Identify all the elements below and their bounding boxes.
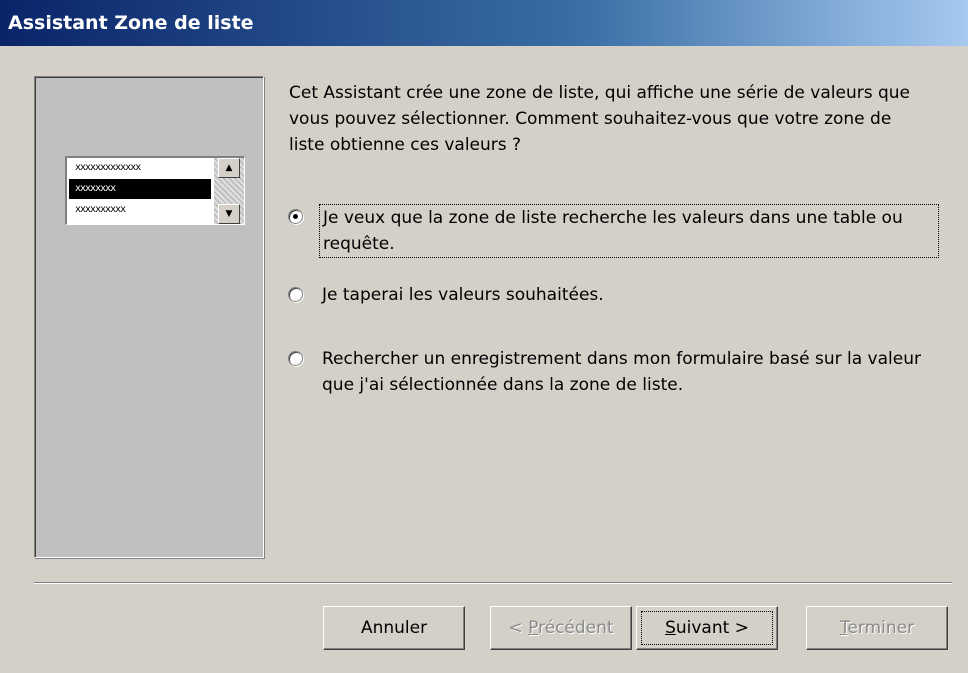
- radio-unselected-icon[interactable]: [288, 351, 303, 366]
- title-bar[interactable]: Assistant Zone de liste: [0, 0, 968, 46]
- list-box-wizard-window: Assistant Zone de liste xxxxxxxxxxxxx xx…: [0, 0, 968, 673]
- preview-row: xxxxxxxxxxxxx: [75, 162, 141, 173]
- separator-line: [34, 582, 952, 584]
- previous-button[interactable]: < Précédent: [490, 606, 632, 650]
- next-button[interactable]: Suivant >: [636, 606, 778, 650]
- option-label: Rechercher un enregistrement dans mon fo…: [322, 349, 921, 395]
- finish-button[interactable]: Terminer: [806, 606, 948, 650]
- previous-button-prefix: <: [508, 618, 529, 638]
- focus-ring: [641, 611, 773, 645]
- previous-button-label: récédent: [538, 618, 614, 638]
- finish-button-label: erminer: [847, 618, 915, 638]
- preview-row: xxxxxxxxxx: [75, 204, 126, 215]
- scroll-up-arrow-icon: ▲: [218, 158, 240, 178]
- radio-unselected-icon[interactable]: [288, 287, 303, 302]
- previous-button-accel: P: [528, 618, 539, 638]
- list-box-preview: xxxxxxxxxxxxx xxxxxxxx xxxxxxxxxx ▲ ▼: [65, 156, 245, 225]
- radio-selected-icon[interactable]: [288, 209, 303, 224]
- preview-scrollbar: ▲ ▼: [214, 158, 244, 224]
- wizard-description: Cet Assistant crée une zone de liste, qu…: [289, 83, 910, 155]
- option-label: Je veux que la zone de liste recherche l…: [319, 204, 939, 258]
- cancel-button-label: Annuler: [360, 618, 428, 638]
- preview-panel: xxxxxxxxxxxxx xxxxxxxx xxxxxxxxxx ▲ ▼: [34, 76, 264, 558]
- preview-row-selected: xxxxxxxx: [69, 179, 211, 199]
- cancel-button[interactable]: Annuler: [323, 606, 465, 650]
- option-label: Je taperai les valeurs souhaitées.: [322, 285, 604, 305]
- scroll-down-arrow-icon: ▼: [218, 204, 240, 224]
- window-title: Assistant Zone de liste: [8, 12, 254, 34]
